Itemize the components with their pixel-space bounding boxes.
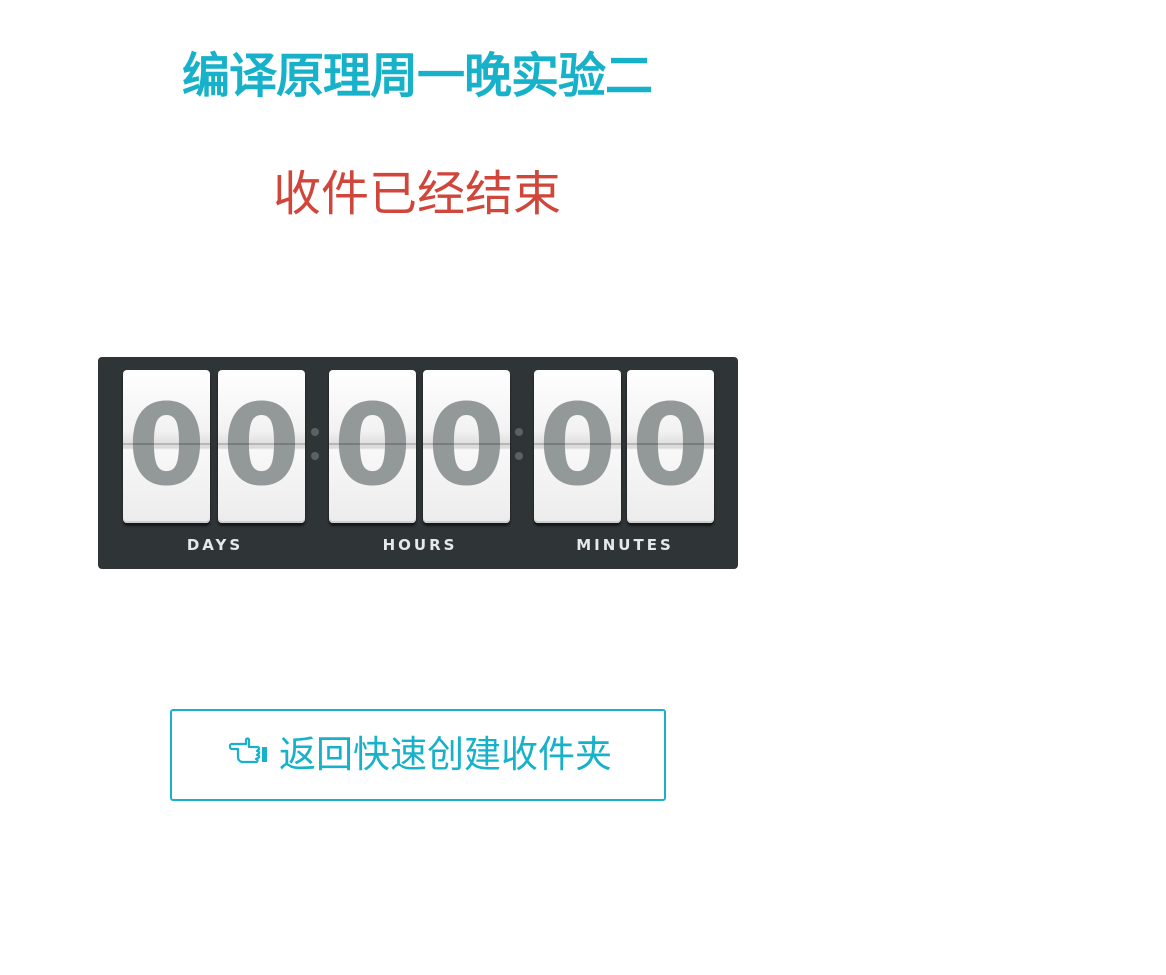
countdown-timer: 0 0 0 0 0 0 DAYS HOURS MINUTES — [98, 357, 738, 569]
back-button-label: 返回快速创建收件夹 — [279, 733, 612, 776]
hours-digit-tens-value: 0 — [333, 381, 412, 511]
back-to-create-folder-button[interactable]: 返回快速创建收件夹 — [170, 709, 666, 801]
hours-label: HOURS — [382, 536, 458, 554]
separator-dot — [311, 428, 319, 436]
separator-dot — [515, 452, 523, 460]
minutes-digit-tens: 0 — [534, 370, 621, 523]
hand-pointing-icon — [229, 737, 267, 764]
page: 编译原理周一晚实验二 收件已经结束 0 0 0 0 0 0 DAYS HOURS… — [0, 0, 1166, 975]
minutes-digit-ones: 0 — [627, 370, 714, 523]
days-digit-tens-value: 0 — [127, 381, 206, 511]
days-label: DAYS — [186, 536, 244, 554]
separator-dot — [515, 428, 523, 436]
hours-digit-ones: 0 — [423, 370, 510, 523]
hours-digit-tens: 0 — [329, 370, 416, 523]
minutes-digit-ones-value: 0 — [631, 381, 710, 511]
separator-dot — [311, 452, 319, 460]
days-digit-ones-value: 0 — [222, 381, 301, 511]
status-message: 收件已经结束 — [272, 166, 561, 222]
minutes-digit-tens-value: 0 — [538, 381, 617, 511]
days-digit-tens: 0 — [123, 370, 210, 523]
hours-digit-ones-value: 0 — [427, 381, 506, 511]
page-title: 编译原理周一晚实验二 — [181, 48, 653, 104]
minutes-label: MINUTES — [576, 536, 674, 554]
days-digit-ones: 0 — [218, 370, 305, 523]
